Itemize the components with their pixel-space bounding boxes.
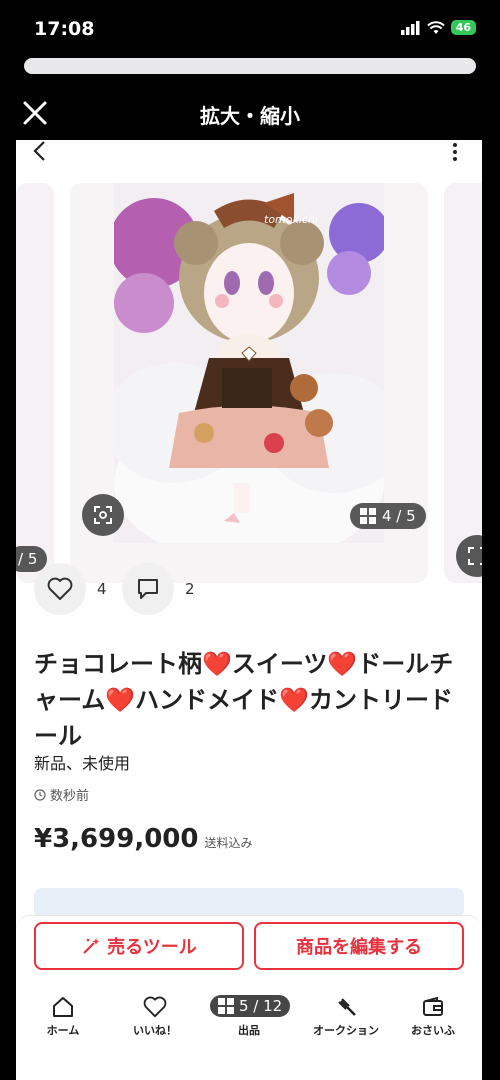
nav-wallet-label: おさいふ	[411, 1024, 455, 1037]
image-scan-button[interactable]	[82, 494, 124, 536]
screenshot-counter-text: 5 / 12	[239, 997, 283, 1015]
next-scan-button[interactable]	[456, 535, 482, 577]
shipping-note: 送料込み	[204, 836, 253, 850]
screenshot-counter: 5 / 12	[210, 995, 291, 1017]
like-count: 4	[97, 580, 107, 598]
product-image[interactable]: tomokichi	[114, 183, 384, 543]
status-time: 17:08	[34, 18, 95, 40]
nav-wallet[interactable]: おさいふ	[400, 996, 466, 1038]
nav-home[interactable]: ホーム	[30, 996, 96, 1038]
image-counter-text: 4 / 5	[382, 507, 416, 525]
edit-item-button[interactable]: 商品を編集する	[254, 922, 464, 970]
posted-time: 数秒前	[34, 785, 89, 804]
wallet-icon	[423, 996, 443, 1016]
nav-auction[interactable]: オークション	[308, 996, 384, 1038]
gavel-icon	[338, 998, 356, 1016]
sheet-handle	[24, 58, 476, 74]
signal-icon	[400, 20, 420, 35]
more-menu-icon[interactable]	[452, 142, 458, 162]
gallery-card-prev[interactable]: / 5	[16, 183, 54, 583]
posted-time-text: 数秒前	[50, 789, 90, 804]
grid-icon	[360, 508, 376, 524]
heart-icon	[143, 996, 167, 1018]
status-indicators: 46	[400, 20, 476, 35]
image-counter: 4 / 5	[350, 503, 426, 529]
item-condition: 新品、未使用	[34, 754, 131, 773]
nav-home-label: ホーム	[46, 1024, 80, 1037]
comment-button[interactable]	[122, 563, 174, 615]
like-button[interactable]	[34, 563, 86, 615]
watermark-text: tomokichi	[264, 213, 318, 226]
item-page: / 5 tomokichi 4 / 5 4 2 チョコレート柄❤️スイーツ❤️ド…	[16, 140, 482, 1080]
sell-tool-label: 売るツール	[107, 937, 197, 958]
zoom-title: 拡大・縮小	[200, 104, 300, 128]
nav-likes-label: いいね！	[133, 1024, 177, 1037]
price-row: ¥3,699,000 送料込み	[34, 824, 253, 854]
heart-icon	[47, 577, 73, 600]
sell-tool-button[interactable]: 売るツール	[34, 922, 244, 970]
home-icon	[53, 997, 73, 1017]
grid-icon	[218, 998, 234, 1014]
magic-wand-icon	[83, 938, 100, 954]
clock-icon	[34, 788, 46, 801]
scan-icon	[94, 506, 112, 524]
item-title: チョコレート柄❤️スイーツ❤️ドールチャーム❤️ハンドメイド❤️カントリードール	[34, 650, 454, 750]
battery-indicator: 46	[450, 20, 476, 35]
scan-icon	[468, 547, 482, 565]
wifi-icon	[426, 20, 445, 34]
bottom-bar: 売るツール 商品を編集する ホーム いいね！ 出品 5 / 12 オークション …	[16, 915, 482, 1080]
nav-sell-label: 出品	[238, 1024, 260, 1037]
gallery-card-next[interactable]	[444, 183, 482, 583]
promo-banner[interactable]	[34, 888, 464, 918]
comment-count: 2	[185, 580, 195, 598]
nav-auction-label: オークション	[313, 1024, 379, 1037]
item-price: ¥3,699,000	[34, 824, 199, 854]
doll-photo: tomokichi	[114, 183, 384, 543]
edit-item-label: 商品を編集する	[296, 937, 422, 958]
nav-likes[interactable]: いいね！	[122, 996, 188, 1038]
comment-icon	[138, 579, 158, 599]
back-chevron-icon[interactable]	[30, 140, 50, 162]
